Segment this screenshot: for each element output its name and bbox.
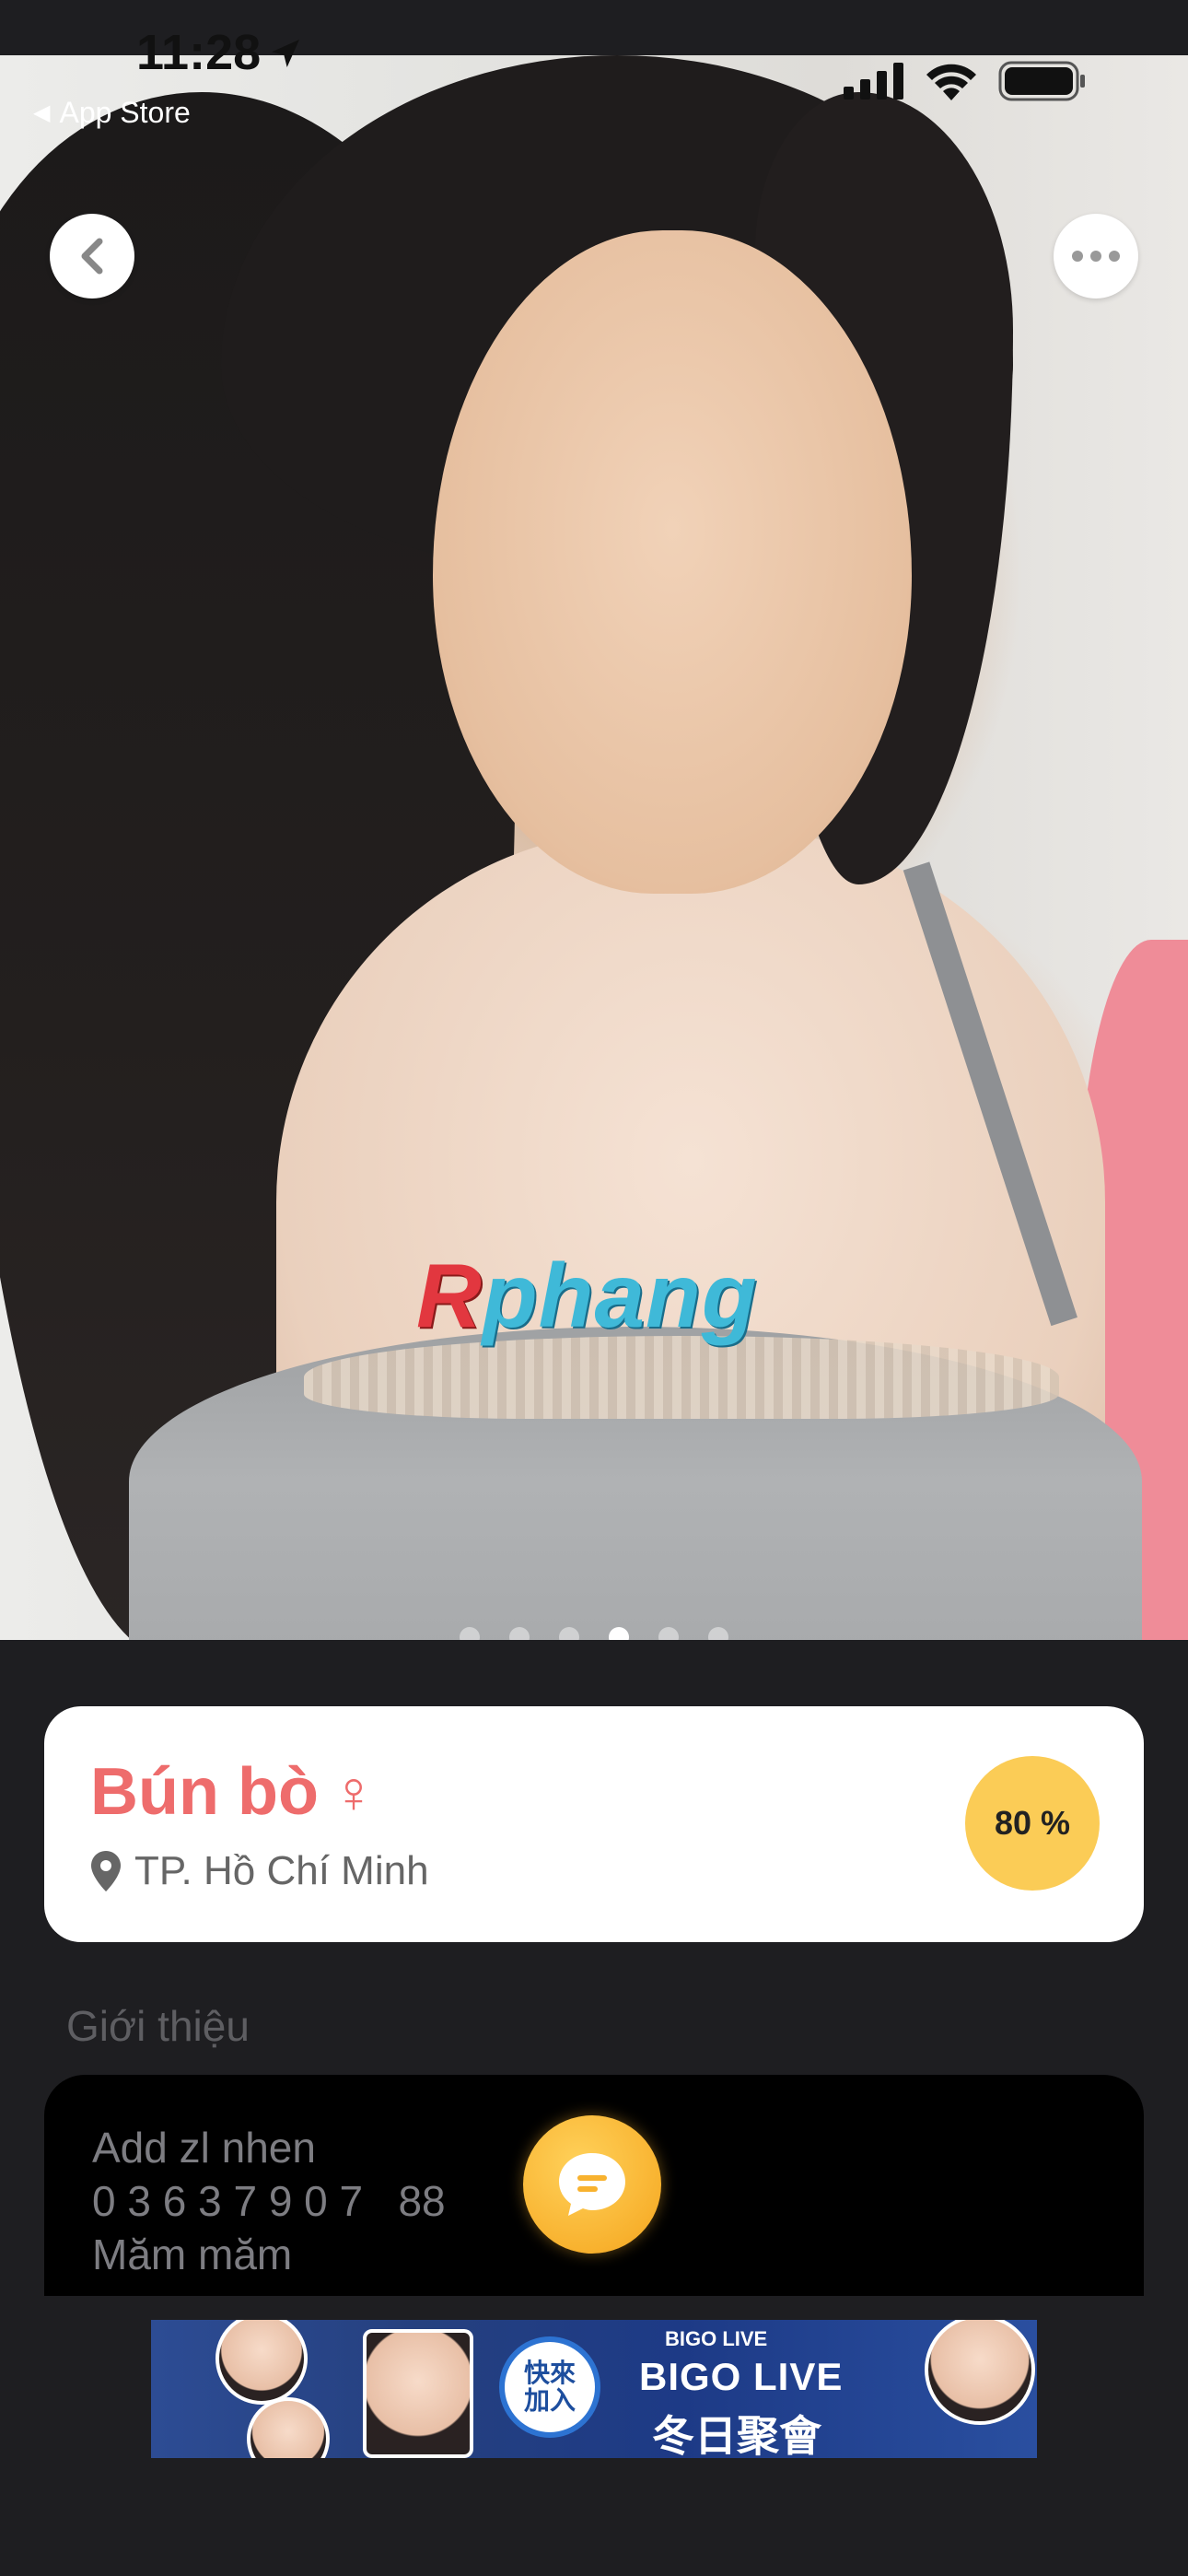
ad-streamer-avatar-4 [925, 2320, 1035, 2425]
photo-lace [304, 1336, 1059, 1419]
profile-location-text: TP. Hồ Chí Minh [134, 1848, 429, 1893]
watermark-initial: R [416, 1245, 483, 1346]
more-options-button[interactable] [1054, 214, 1138, 299]
location-arrow-icon [272, 40, 299, 67]
page-dot-6[interactable] [708, 1627, 728, 1640]
back-to-app-store[interactable]: ◀ App Store [33, 96, 191, 130]
location-pin-icon [91, 1851, 121, 1891]
battery-icon [998, 61, 1085, 101]
photo-page-indicator [0, 1627, 1188, 1640]
intro-section-title: Giới thiệu [66, 2002, 250, 2050]
photo-face [433, 230, 912, 894]
ad-brand-logo: BIGO LIVE [665, 2327, 768, 2350]
profile-photo[interactable]: Rphang [0, 55, 1188, 1640]
chat-button[interactable] [523, 2115, 661, 2254]
watermark-rest: phang [482, 1245, 758, 1346]
status-icons [844, 61, 1087, 101]
chevron-left-icon [81, 238, 103, 275]
page-dot-1[interactable] [460, 1627, 480, 1640]
ad-banner[interactable]: 快來 加入 BIGO LIVE BIGO LIVE 冬日聚會 [151, 2320, 1037, 2458]
ad-title: BIGO LIVE [639, 2355, 844, 2398]
page-dot-3[interactable] [559, 1627, 579, 1640]
ad-join-badge: 快來 加入 [499, 2336, 600, 2438]
intro-text: Add zl nhen 0 3 6 3 7 9 0 7 88 Măm măm [92, 2124, 446, 2278]
status-time: 11:28 [136, 25, 262, 80]
page-dot-5[interactable] [658, 1627, 679, 1640]
ad-streamer-avatar-3 [363, 2329, 473, 2458]
ad-streamer-avatar-1 [215, 2320, 308, 2405]
back-button[interactable] [50, 214, 134, 299]
profile-name-text: Bún bò [90, 1755, 319, 1829]
page-dot-4[interactable] [609, 1627, 629, 1640]
page-dot-2[interactable] [509, 1627, 530, 1640]
profile-card: Bún bò ♀ TP. Hồ Chí Minh 80 % [44, 1706, 1144, 1942]
ad-subtitle: 冬日聚會 [652, 2412, 821, 2458]
match-percent-badge: 80 % [965, 1756, 1100, 1891]
cellular-signal-icon [844, 63, 903, 100]
chat-bubble-icon [559, 2153, 625, 2216]
ad-streamer-avatar-2 [247, 2397, 330, 2458]
profile-name: Bún bò ♀ [90, 1754, 376, 1830]
back-triangle-icon: ◀ [33, 100, 51, 125]
back-app-label: App Store [59, 96, 191, 129]
intro-box: Add zl nhen 0 3 6 3 7 9 0 7 88 Măm măm [44, 2075, 1144, 2296]
female-icon: ♀ [331, 1759, 376, 1825]
profile-location: TP. Hồ Chí Minh [90, 1848, 429, 1894]
photo-watermark: Rphang [416, 1244, 758, 1348]
wifi-icon [926, 64, 976, 100]
more-horizontal-icon [1072, 251, 1120, 262]
